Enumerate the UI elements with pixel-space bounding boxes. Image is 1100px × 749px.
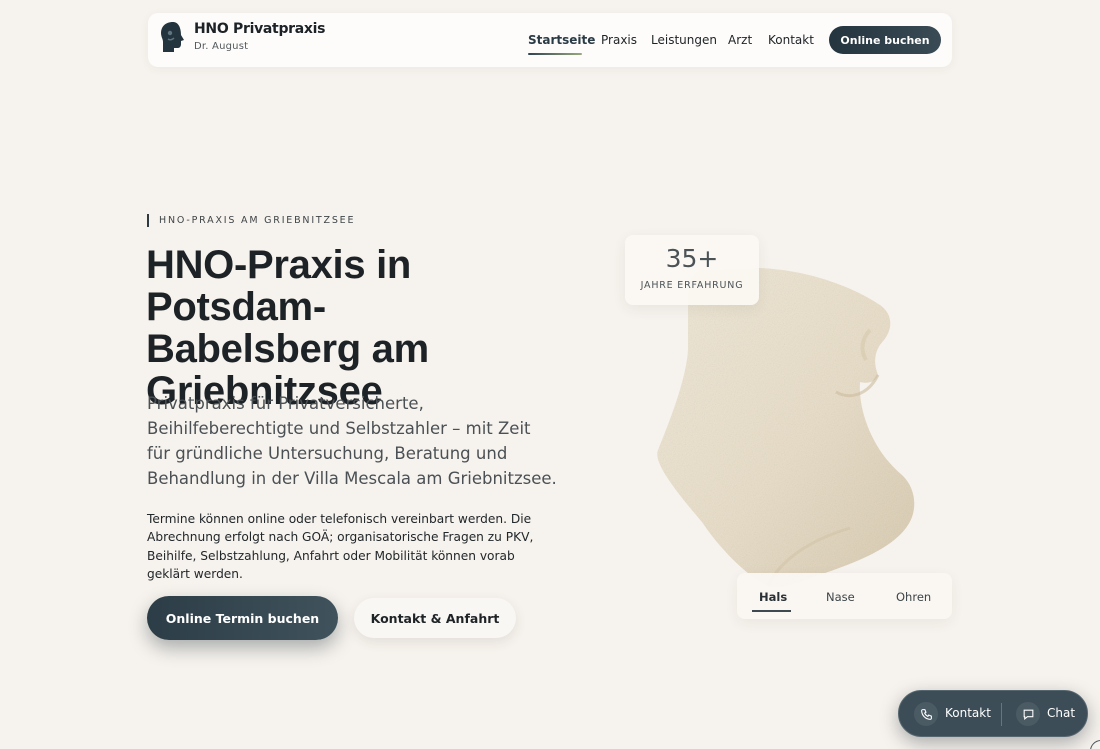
experience-value: 35+	[665, 244, 719, 273]
nav-item-arzt[interactable]: Arzt	[728, 33, 752, 47]
floating-contact-bar: Kontakt Chat	[898, 690, 1088, 737]
region-tabs: Hals Nase Ohren	[737, 573, 952, 619]
nav-item-praxis[interactable]: Praxis	[601, 33, 637, 47]
float-bar-divider	[1001, 703, 1002, 726]
site-header: HNO Privatpraxis Dr. August Startseite P…	[148, 13, 952, 67]
active-nav-indicator	[528, 53, 582, 55]
experience-card: 35+ JAHRE ERFAHRUNG	[625, 235, 759, 305]
eyebrow-accent-bar	[147, 214, 149, 227]
online-buchen-button[interactable]: Online buchen	[829, 26, 941, 54]
kontakt-anfahrt-button[interactable]: Kontakt & Anfahrt	[354, 598, 516, 638]
neck-sculpture-image	[657, 268, 915, 588]
nav-item-kontakt[interactable]: Kontakt	[768, 33, 814, 47]
float-kontakt-button[interactable]: Kontakt	[945, 706, 991, 720]
experience-label: JAHRE ERFAHRUNG	[640, 280, 744, 291]
active-tab-indicator	[752, 610, 791, 612]
tab-ohren[interactable]: Ohren	[896, 590, 931, 604]
hero-lead-text: Privatpraxis für Privatversicherte, Beih…	[147, 394, 557, 488]
tab-nase[interactable]: Nase	[826, 590, 855, 604]
hero-eyebrow: HNO-PRAXIS AM GRIEBNITZSEE	[159, 215, 356, 226]
tab-hals[interactable]: Hals	[759, 590, 787, 604]
scroll-indicator-icon[interactable]	[1090, 740, 1100, 749]
hero-title: HNO-Praxis in Potsdam- Babelsberg am Gri…	[146, 244, 566, 412]
hero-title-line: Babelsberg am	[146, 327, 429, 371]
nav-item-startseite[interactable]: Startseite	[528, 33, 595, 47]
chat-icon[interactable]	[1016, 702, 1040, 726]
online-termin-buchen-button[interactable]: Online Termin buchen	[147, 596, 338, 640]
hero-body-text: Termine können online oder telefonisch v…	[147, 512, 534, 582]
hero-title-line: HNO-Praxis in Potsdam-	[146, 243, 412, 329]
phone-icon[interactable]	[914, 702, 938, 726]
float-chat-button[interactable]: Chat	[1047, 706, 1075, 720]
nav-item-leistungen[interactable]: Leistungen	[651, 33, 717, 47]
